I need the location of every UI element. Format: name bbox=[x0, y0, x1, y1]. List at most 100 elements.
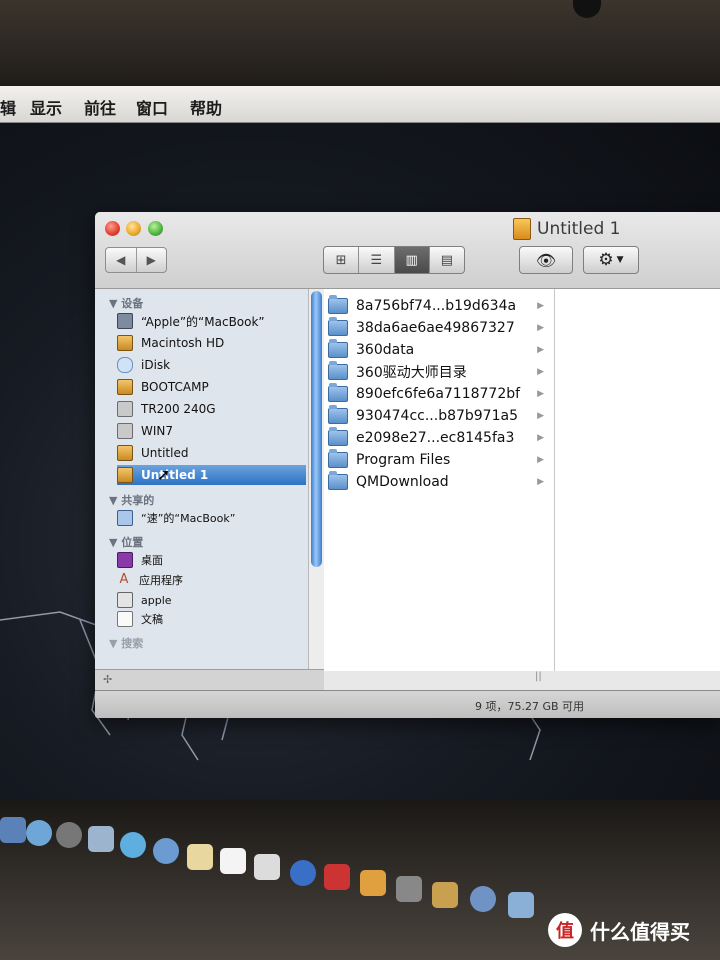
folder-icon bbox=[328, 317, 348, 336]
timemachine-dock-icon[interactable] bbox=[470, 886, 496, 912]
sidebar-item-label: BOOTCAMP bbox=[141, 380, 209, 394]
back-button[interactable]: ◀ bbox=[106, 248, 136, 272]
list-item[interactable]: 360data ▶ bbox=[324, 339, 552, 361]
sidebar-item-label: 应用程序 bbox=[139, 574, 183, 587]
window-title: Untitled 1 bbox=[513, 218, 620, 240]
iphoto-dock-icon[interactable] bbox=[360, 870, 386, 896]
system-dock-icon[interactable] bbox=[56, 822, 82, 848]
notes-dock-icon[interactable] bbox=[187, 844, 213, 870]
sidebar-scrollbar[interactable] bbox=[308, 289, 325, 669]
sidebar-item-label: Untitled bbox=[141, 446, 189, 460]
list-item[interactable]: e2098e27...ec8145fa3 ▶ bbox=[324, 427, 552, 449]
quicklook-button[interactable]: 👁 bbox=[519, 246, 573, 274]
itunes-dock-icon[interactable] bbox=[290, 860, 316, 886]
sidebar-item-documents[interactable]: 文稿 bbox=[117, 609, 297, 629]
sidebar-item-tr200[interactable]: TR200 240G bbox=[117, 399, 297, 419]
drive-icon bbox=[117, 423, 133, 439]
sidebar-item-label: WIN7 bbox=[141, 424, 174, 438]
sidebar-item-macintosh-hd[interactable]: Macintosh HD bbox=[117, 333, 297, 353]
action-menu-button[interactable]: ⚙ ▼ bbox=[583, 246, 639, 274]
mouse-cursor-icon: ➚ bbox=[157, 465, 171, 484]
finder-window: Untitled 1 ◀ ▶ ⊞ ☰ ▥ ▤ 👁 ⚙ ▼ ▼ 设备 “Apple… bbox=[95, 212, 720, 718]
sidebar-resize-icon[interactable]: ✢ bbox=[103, 673, 112, 686]
coverflow-view-button[interactable]: ▤ bbox=[428, 247, 464, 273]
list-item[interactable]: 930474cc...b87b971a5 ▶ bbox=[324, 405, 552, 427]
forward-button[interactable]: ▶ bbox=[135, 248, 167, 272]
sidebar-item-applications[interactable]: A 应用程序 bbox=[117, 570, 297, 590]
gear-icon: ⚙ bbox=[598, 250, 614, 270]
sidebar-item-label: “Apple”的“MacBook” bbox=[141, 314, 265, 329]
menu-go[interactable]: 前往 bbox=[84, 95, 116, 119]
network-computer-icon bbox=[117, 510, 133, 526]
column-view-button[interactable]: ▥ bbox=[393, 247, 429, 273]
column-resize-handle[interactable]: || bbox=[535, 671, 542, 682]
zoom-button[interactable] bbox=[148, 221, 163, 236]
sidebar-item-idisk[interactable]: iDisk bbox=[117, 355, 297, 375]
utility-dock-icon[interactable] bbox=[396, 876, 422, 902]
sidebar-header-shared: ▼ 共享的 bbox=[109, 494, 155, 507]
photo-dock-icon[interactable] bbox=[324, 864, 350, 890]
sidebar-item-bootcamp[interactable]: BOOTCAMP bbox=[117, 377, 297, 397]
applications-icon: A bbox=[119, 572, 129, 587]
list-item[interactable]: QMDownload ▶ bbox=[324, 471, 552, 493]
network-dock-icon[interactable] bbox=[508, 892, 534, 918]
safari-dock-icon[interactable] bbox=[26, 820, 52, 846]
facetime-dock-icon[interactable] bbox=[153, 838, 179, 864]
menu-view[interactable]: 显示 bbox=[30, 95, 62, 119]
drive-icon bbox=[117, 401, 133, 417]
folder-icon bbox=[328, 383, 348, 402]
column-pane: 8a756bf74...b19d634a ▶ 38da6ae6ae49867327… bbox=[324, 289, 555, 671]
folder-icon bbox=[328, 471, 348, 490]
garageband-dock-icon[interactable] bbox=[432, 882, 458, 908]
list-item[interactable]: 890efc6fe6a7118772bf ▶ bbox=[324, 383, 552, 405]
watermark-text: 什么值得买 bbox=[590, 919, 690, 944]
list-item[interactable]: 38da6ae6ae49867327 ▶ bbox=[324, 317, 552, 339]
watermark-badge: 值 bbox=[548, 913, 582, 947]
sidebar-item-win7[interactable]: WIN7 bbox=[117, 421, 297, 441]
list-item[interactable]: 360驱动大师目录 ▶ bbox=[324, 361, 552, 383]
sidebar-item-desktop[interactable]: 桌面 bbox=[117, 550, 297, 570]
list-item[interactable]: Program Files ▶ bbox=[324, 449, 552, 471]
sidebar-item-shared-macbook[interactable]: “速”的“MacBook” bbox=[117, 508, 297, 528]
sidebar-item-untitled[interactable]: Untitled bbox=[117, 443, 297, 463]
status-text: 9 项，75.27 GB 可用 bbox=[475, 700, 585, 713]
idisk-icon bbox=[117, 357, 133, 373]
menu-bar: 辑 显示 前往 窗口 帮助 bbox=[0, 86, 720, 123]
folder-icon bbox=[328, 427, 348, 446]
sidebar-item-label: TR200 240G bbox=[141, 402, 216, 416]
file-name: 890efc6fe6a7118772bf bbox=[356, 386, 521, 402]
list-view-button[interactable]: ☰ bbox=[358, 247, 393, 273]
window-title-text: Untitled 1 bbox=[537, 219, 621, 239]
calendar-dock-icon[interactable] bbox=[220, 848, 246, 874]
sidebar-scroll-thumb[interactable] bbox=[311, 291, 322, 567]
chevron-right-icon: ▶ bbox=[537, 433, 544, 443]
sidebar-item-label: Macintosh HD bbox=[141, 336, 225, 350]
harddrive-icon bbox=[117, 445, 133, 461]
sidebar-item-home[interactable]: apple bbox=[117, 590, 297, 610]
camera-icon bbox=[573, 0, 601, 18]
sidebar-item-label: apple bbox=[141, 593, 172, 607]
mail-dock-icon[interactable] bbox=[88, 826, 114, 852]
harddrive-icon bbox=[117, 467, 133, 483]
home-icon bbox=[117, 592, 133, 608]
file-name: 360驱动大师目录 bbox=[356, 365, 467, 381]
preview-dock-icon[interactable] bbox=[254, 854, 280, 880]
watermark: 值 什么值得买 bbox=[548, 912, 690, 948]
sidebar-item-label: Untitled 1 bbox=[141, 468, 209, 482]
menu-window[interactable]: 窗口 bbox=[136, 95, 168, 119]
sidebar-item-untitled-1[interactable]: Untitled 1 bbox=[117, 465, 306, 485]
list-item[interactable]: 8a756bf74...b19d634a ▶ bbox=[324, 295, 552, 317]
minimize-button[interactable] bbox=[126, 221, 141, 236]
close-button[interactable] bbox=[105, 221, 120, 236]
finder-dock-icon[interactable] bbox=[0, 817, 26, 843]
sidebar-item-macbook[interactable]: “Apple”的“MacBook” bbox=[117, 311, 297, 331]
sidebar-item-label: 桌面 bbox=[141, 554, 163, 567]
laptop-icon bbox=[117, 313, 133, 329]
file-name: QMDownload bbox=[356, 474, 449, 490]
menu-edit[interactable]: 辑 bbox=[0, 95, 16, 119]
dock bbox=[0, 812, 560, 918]
ichat-dock-icon[interactable] bbox=[120, 832, 146, 858]
icon-view-button[interactable]: ⊞ bbox=[324, 247, 358, 273]
menu-help[interactable]: 帮助 bbox=[190, 95, 222, 119]
folder-icon bbox=[328, 295, 348, 314]
